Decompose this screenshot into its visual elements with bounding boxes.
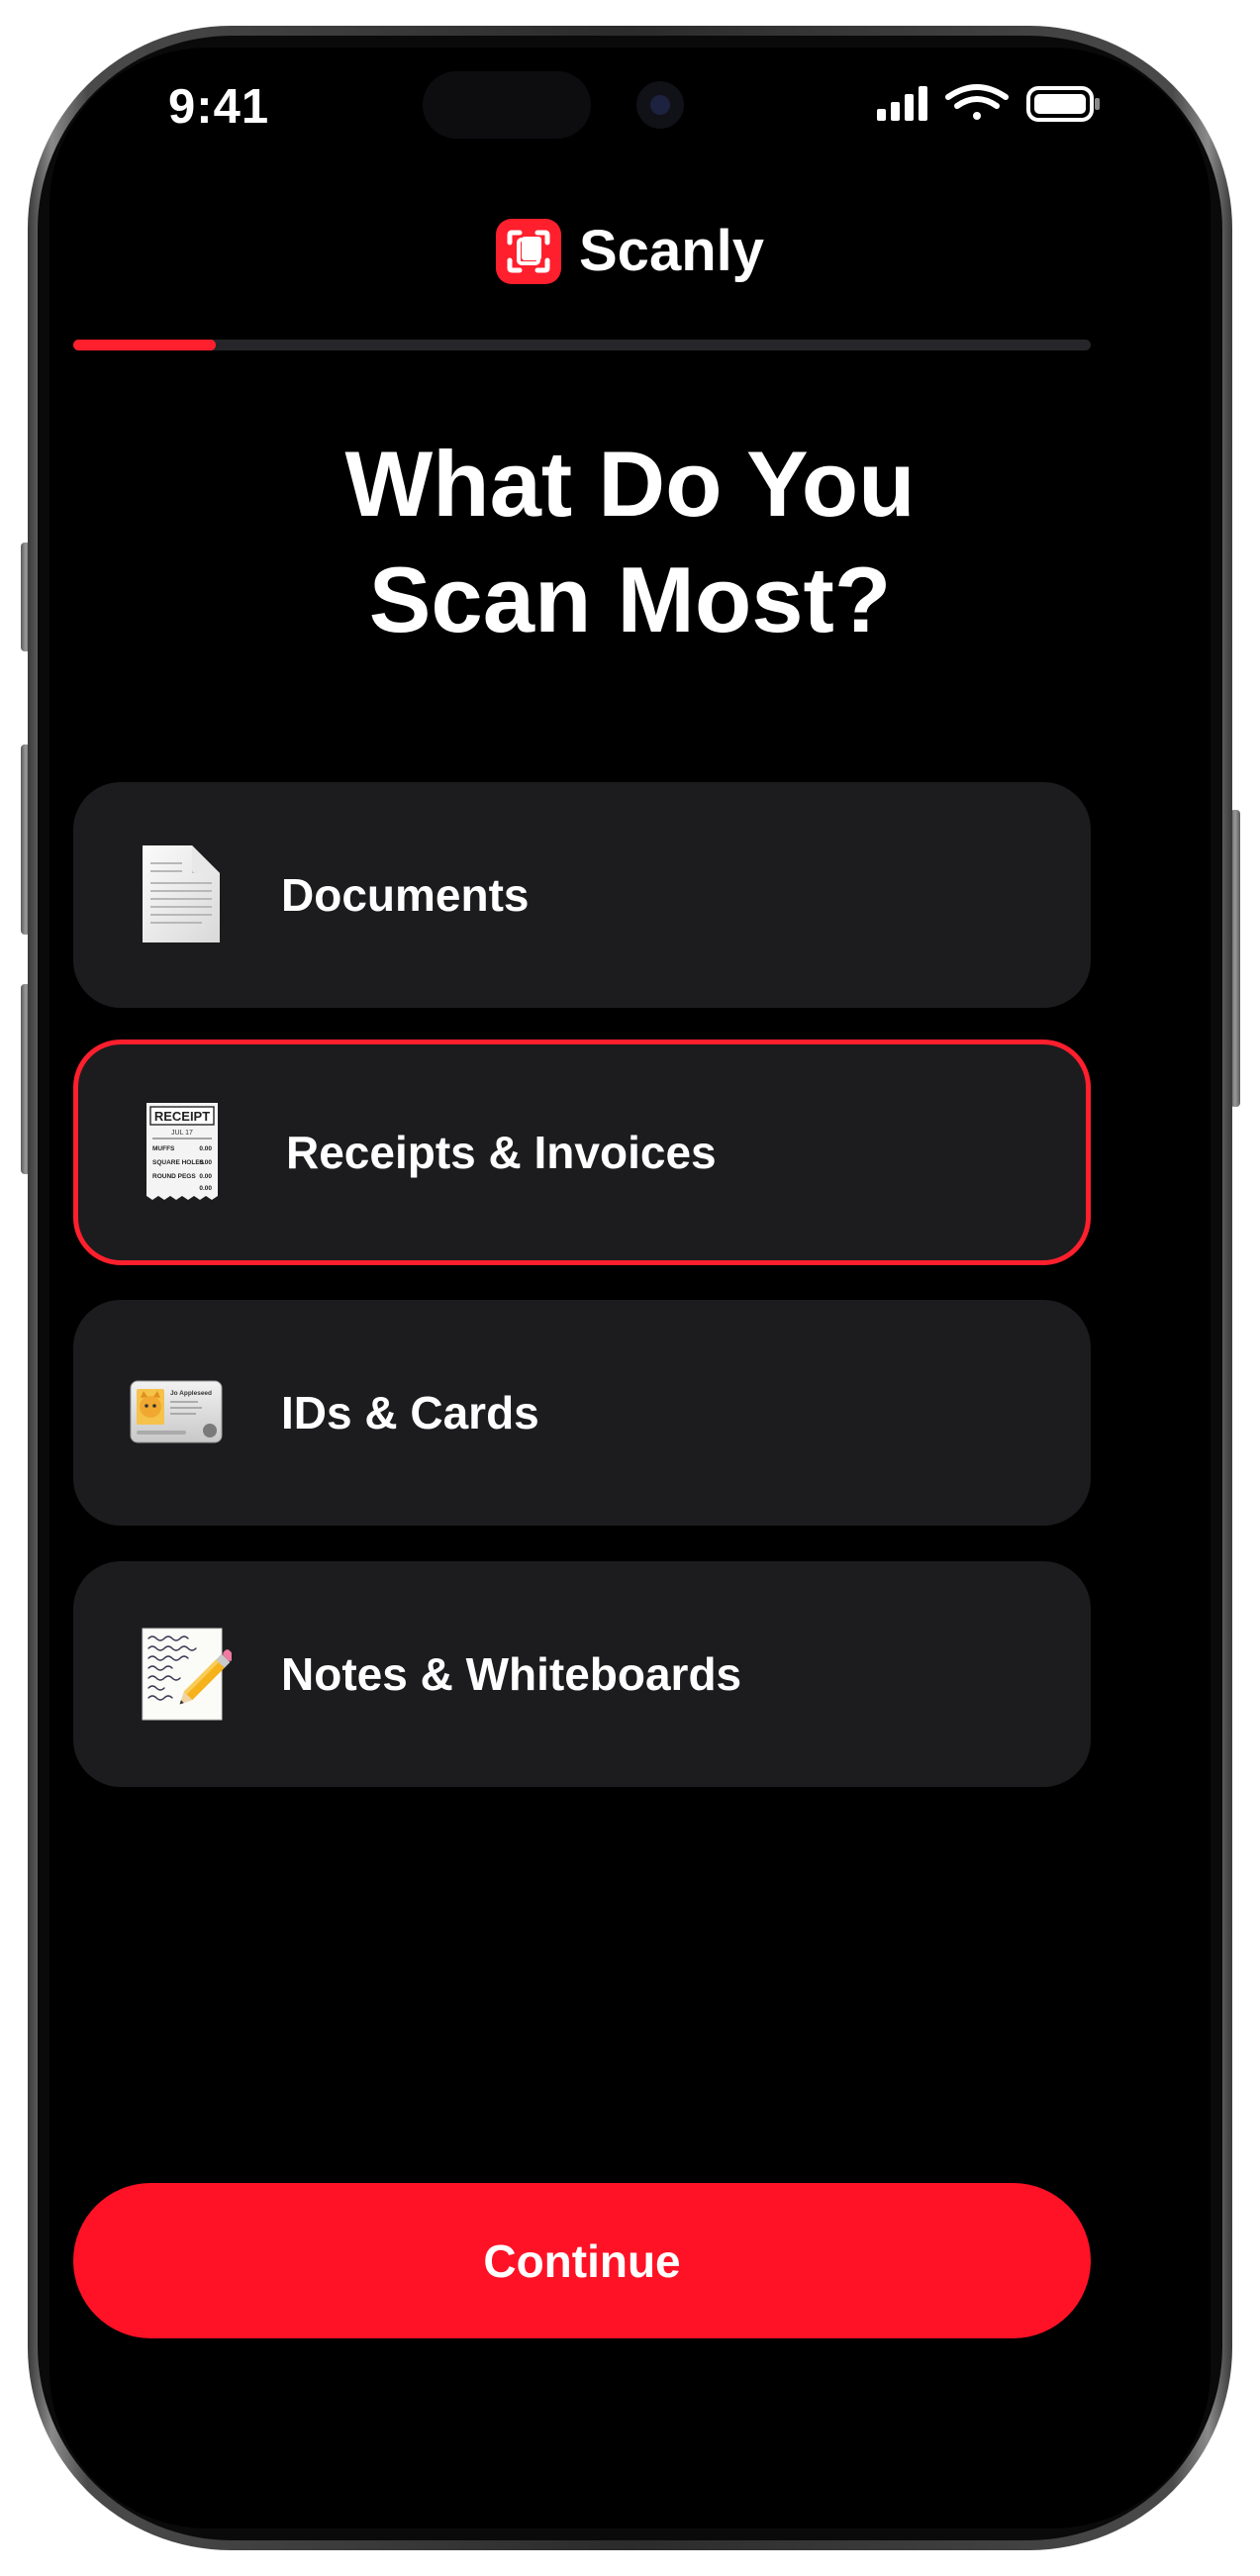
battery-icon	[1026, 86, 1100, 122]
scanly-logo-icon	[496, 218, 561, 284]
title-line-1: What Do You	[344, 432, 916, 536]
id-card-icon: Jo Appleseed	[130, 1380, 223, 1443]
camera-icon	[636, 81, 684, 129]
page-title: What Do You Scan Most?	[99, 426, 1161, 657]
receipt-amount-1: 0.00	[199, 1145, 212, 1152]
document-icon	[143, 845, 220, 942]
memo-icon	[142, 1628, 232, 1721]
app-header: Scanly	[0, 218, 1260, 284]
option-documents[interactable]: Documents	[73, 782, 1091, 1008]
receipt-row-3: ROUND PEGS	[152, 1173, 196, 1180]
wifi-icon	[945, 84, 1009, 120]
dynamic-island	[409, 57, 730, 152]
option-label-documents: Documents	[281, 869, 530, 921]
option-receipts-invoices[interactable]: RECEIPT JUL 17 MUFFS 0.00 SQUARE HOLES 0…	[73, 1040, 1091, 1265]
status-time: 9:41	[168, 80, 270, 134]
option-ids-cards[interactable]: Jo Appleseed IDs & Cards	[73, 1300, 1091, 1526]
option-label-notes: Notes & Whiteboards	[281, 1648, 742, 1700]
receipt-title: RECEIPT	[154, 1109, 210, 1124]
receipt-amount-2: 0.00	[199, 1159, 212, 1166]
receipt-amount-total: 0.00	[199, 1185, 212, 1192]
option-label-receipts: Receipts & Invoices	[286, 1127, 717, 1178]
receipt-icon: RECEIPT JUL 17 MUFFS 0.00 SQUARE HOLES 0…	[146, 1103, 218, 1200]
progress-fill	[73, 340, 216, 350]
id-card-name: Jo Appleseed	[170, 1390, 212, 1397]
status-icons	[877, 84, 1100, 122]
screen: 9:41 Scanly What Do You Scan Most? Docum…	[0, 0, 1260, 2576]
app-name: Scanly	[579, 219, 764, 283]
signal-icon	[877, 86, 927, 121]
receipt-date: JUL 17	[171, 1130, 193, 1137]
receipt-row-1: MUFFS	[152, 1145, 175, 1152]
option-notes-whiteboards[interactable]: Notes & Whiteboards	[73, 1561, 1091, 1787]
receipt-amount-3: 0.00	[199, 1173, 212, 1180]
receipt-row-2: SQUARE HOLES	[152, 1159, 205, 1166]
option-label-ids: IDs & Cards	[281, 1387, 539, 1438]
continue-button[interactable]: Continue	[73, 2183, 1091, 2338]
title-line-2: Scan Most?	[368, 547, 892, 651]
onboarding-progress-bar	[73, 340, 1091, 350]
